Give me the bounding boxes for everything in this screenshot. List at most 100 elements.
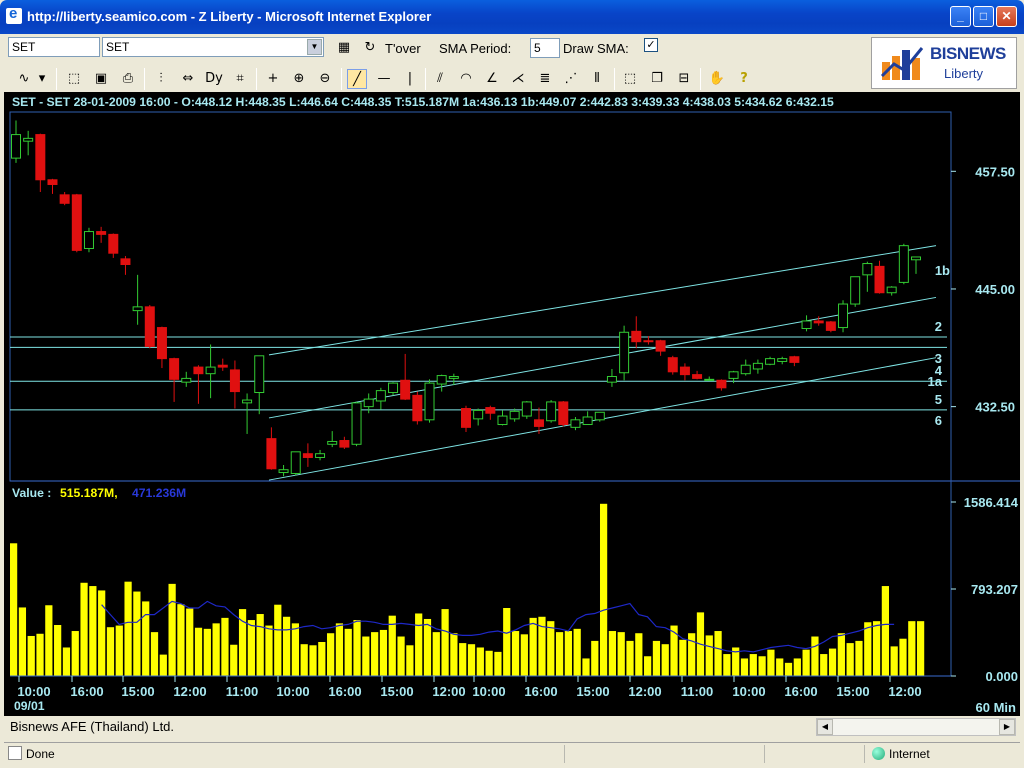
volume-bar <box>423 618 432 676</box>
dy-icon[interactable]: Dy <box>204 69 224 89</box>
candle-body <box>71 194 82 251</box>
refresh-icon[interactable]: ↻ <box>360 38 380 58</box>
line-label: 5 <box>935 392 942 407</box>
app-footer: Bisnews AFE (Thailand) Ltd. ◀ ▶ <box>4 716 1020 738</box>
bar-chart-icon[interactable]: ⫶ <box>151 69 171 89</box>
copy-icon[interactable]: ❐ <box>647 69 667 89</box>
candle-body <box>594 411 605 421</box>
time-tick-label: 15:00 <box>576 684 609 699</box>
speed-lines-icon[interactable]: ⋌ <box>508 69 528 89</box>
volume-bar <box>758 656 766 676</box>
horizontal-line-icon[interactable]: — <box>374 69 394 89</box>
zoom-in-icon[interactable]: ⊕ <box>289 69 309 89</box>
trend-line <box>268 245 937 356</box>
date-label: 09/01 <box>14 699 45 713</box>
volume-bar <box>820 654 828 676</box>
candle-body <box>242 399 253 404</box>
maximize-button[interactable]: □ <box>973 6 994 27</box>
candle-body <box>400 379 411 400</box>
line-label: 1b <box>935 263 950 278</box>
candle-body <box>11 134 21 159</box>
chevron-down-icon[interactable]: ▾ <box>36 69 48 89</box>
volume-bar <box>168 583 176 676</box>
candle-body <box>47 179 58 185</box>
volume-bar <box>776 658 784 676</box>
scroll-left-icon[interactable]: ◀ <box>817 719 833 735</box>
scroll-right-icon[interactable]: ▶ <box>999 719 1015 735</box>
title-bar[interactable]: http://liberty.seamico.com - Z Liberty -… <box>0 0 1024 34</box>
volume-bar <box>793 658 801 676</box>
chart-type-icon[interactable]: ∿ <box>14 69 34 89</box>
candle-body <box>59 194 70 204</box>
volume-bar <box>459 643 467 676</box>
page-icon <box>8 746 22 760</box>
close-button[interactable]: ✕ <box>996 6 1017 27</box>
volume-bar <box>855 640 863 676</box>
ie-window: http://liberty.seamico.com - Z Liberty -… <box>0 0 1024 768</box>
candle-body <box>144 306 155 347</box>
grid-icon[interactable]: ▦ <box>334 38 354 58</box>
help-icon[interactable]: ? <box>734 69 754 89</box>
chevron-down-icon[interactable]: ▼ <box>307 39 322 55</box>
gann-icon[interactable]: ⋰ <box>561 69 581 89</box>
fibonacci-icon[interactable]: ≣ <box>535 69 555 89</box>
compare-icon[interactable]: ⇔ <box>178 69 198 89</box>
crosshair-icon[interactable]: + <box>263 69 283 89</box>
candle-body <box>643 340 654 343</box>
fan-icon[interactable]: ∠ <box>482 69 502 89</box>
volume-bar <box>133 591 141 676</box>
save-icon[interactable]: ▣ <box>91 69 111 89</box>
volume-bar <box>371 632 379 676</box>
horizontal-scrollbar[interactable]: ◀ ▶ <box>816 718 1016 736</box>
candle-body <box>704 378 715 381</box>
volume-bar <box>529 617 537 676</box>
symbol-select[interactable]: SET ▼ <box>102 37 324 57</box>
draw-sma-checkbox[interactable]: ✓ <box>644 38 658 52</box>
candle-body <box>825 321 836 331</box>
volume-bar <box>679 639 687 676</box>
volume-bar <box>186 608 194 676</box>
volume-bar <box>890 646 898 676</box>
pointer-icon[interactable]: ⬚ <box>620 69 640 89</box>
volume-label: Value : <box>12 486 51 500</box>
volume-bar <box>573 628 581 676</box>
line-label: 2 <box>935 319 942 334</box>
chart-area[interactable]: SET - SET 28-01-2009 16:00 - O:448.12 H:… <box>4 92 1020 716</box>
time-tick-label: 12:00 <box>173 684 206 699</box>
sma-period-input[interactable]: 5 <box>530 38 560 58</box>
print-icon[interactable]: ⎙ <box>118 69 138 89</box>
arc-icon[interactable]: ◠ <box>456 69 476 89</box>
candle-body <box>35 134 46 181</box>
channel-icon[interactable]: ⫽ <box>430 69 450 89</box>
price-tick-label: 432.50 <box>975 400 1015 415</box>
zoom-out-icon[interactable]: ⊖ <box>315 69 335 89</box>
volume-bar <box>300 644 308 676</box>
export-icon[interactable]: ⬚ <box>64 69 84 89</box>
time-tick-label: 10:00 <box>17 684 50 699</box>
candle-body <box>667 357 678 373</box>
volume-bar <box>344 628 352 676</box>
volume-bar <box>282 616 291 676</box>
candlestick-chart[interactable]: SET - SET 28-01-2009 16:00 - O:448.12 H:… <box>4 92 1020 716</box>
volume-bar <box>644 656 652 676</box>
volume-bar <box>379 629 388 676</box>
minimize-button[interactable]: _ <box>950 6 971 27</box>
volume-bar <box>159 654 167 676</box>
time-tick-label: 10:00 <box>276 684 309 699</box>
volume-bar <box>150 632 159 676</box>
candle-body <box>327 440 338 445</box>
logo-word: BISNEWS <box>930 44 1006 63</box>
line-label: 6 <box>935 413 942 428</box>
candle-body <box>473 409 484 420</box>
vertical-line-icon[interactable]: | <box>400 69 420 89</box>
candle-body <box>655 340 666 352</box>
tover-label[interactable]: T'over <box>385 41 421 56</box>
candle-body <box>254 355 265 394</box>
trendline-icon[interactable]: ╱ <box>347 69 367 89</box>
cycle-icon[interactable]: ⦀ <box>587 69 607 89</box>
symbol-input[interactable]: SET <box>8 37 100 57</box>
candle-body <box>23 137 34 142</box>
hand-icon[interactable]: ✋ <box>707 69 727 89</box>
select-icon[interactable]: ⌗ <box>230 69 250 89</box>
delete-icon[interactable]: ⊟ <box>674 69 694 89</box>
